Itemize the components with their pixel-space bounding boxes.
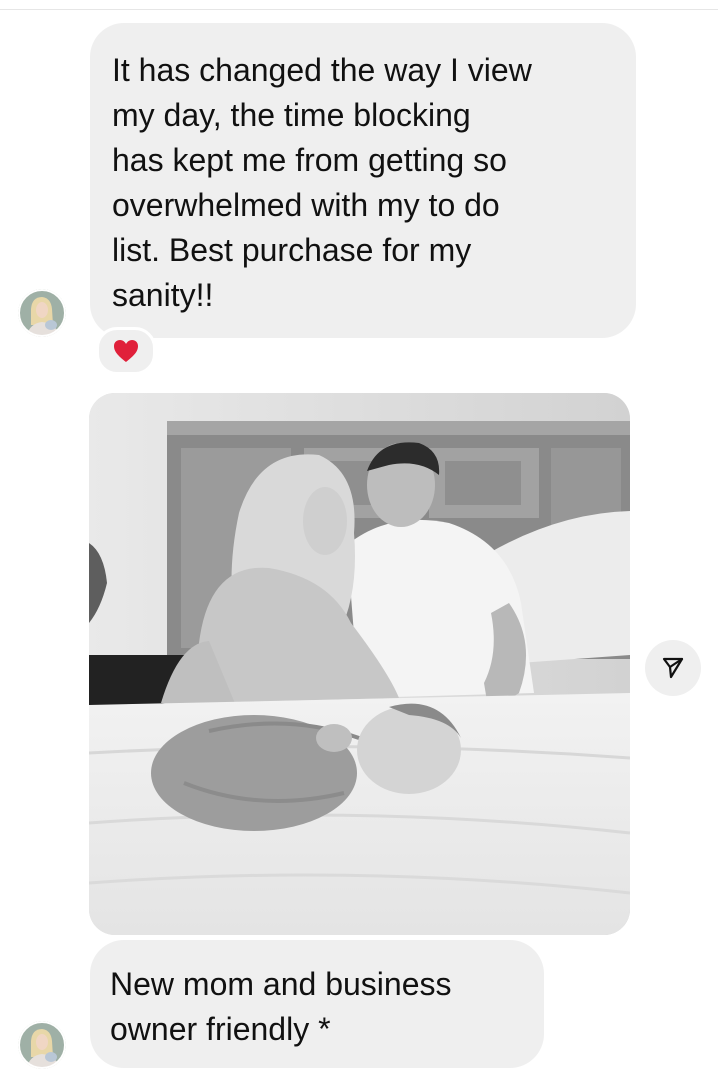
message-text: New mom and business owner friendly *: [110, 966, 452, 1047]
message-photo[interactable]: [89, 393, 630, 935]
share-button[interactable]: [645, 640, 701, 696]
heart-icon: [114, 340, 138, 362]
avatar[interactable]: [18, 1021, 66, 1069]
heart-reaction[interactable]: [96, 327, 156, 375]
avatar[interactable]: [18, 289, 66, 337]
message-bubble[interactable]: New mom and business owner friendly *: [90, 940, 544, 1068]
message-bubble[interactable]: It has changed the way I view my day, th…: [90, 23, 636, 338]
top-divider: [0, 0, 718, 10]
send-icon: [662, 657, 684, 679]
message-text: It has changed the way I view my day, th…: [112, 52, 532, 313]
chat-screen: It has changed the way I view my day, th…: [0, 0, 718, 1090]
